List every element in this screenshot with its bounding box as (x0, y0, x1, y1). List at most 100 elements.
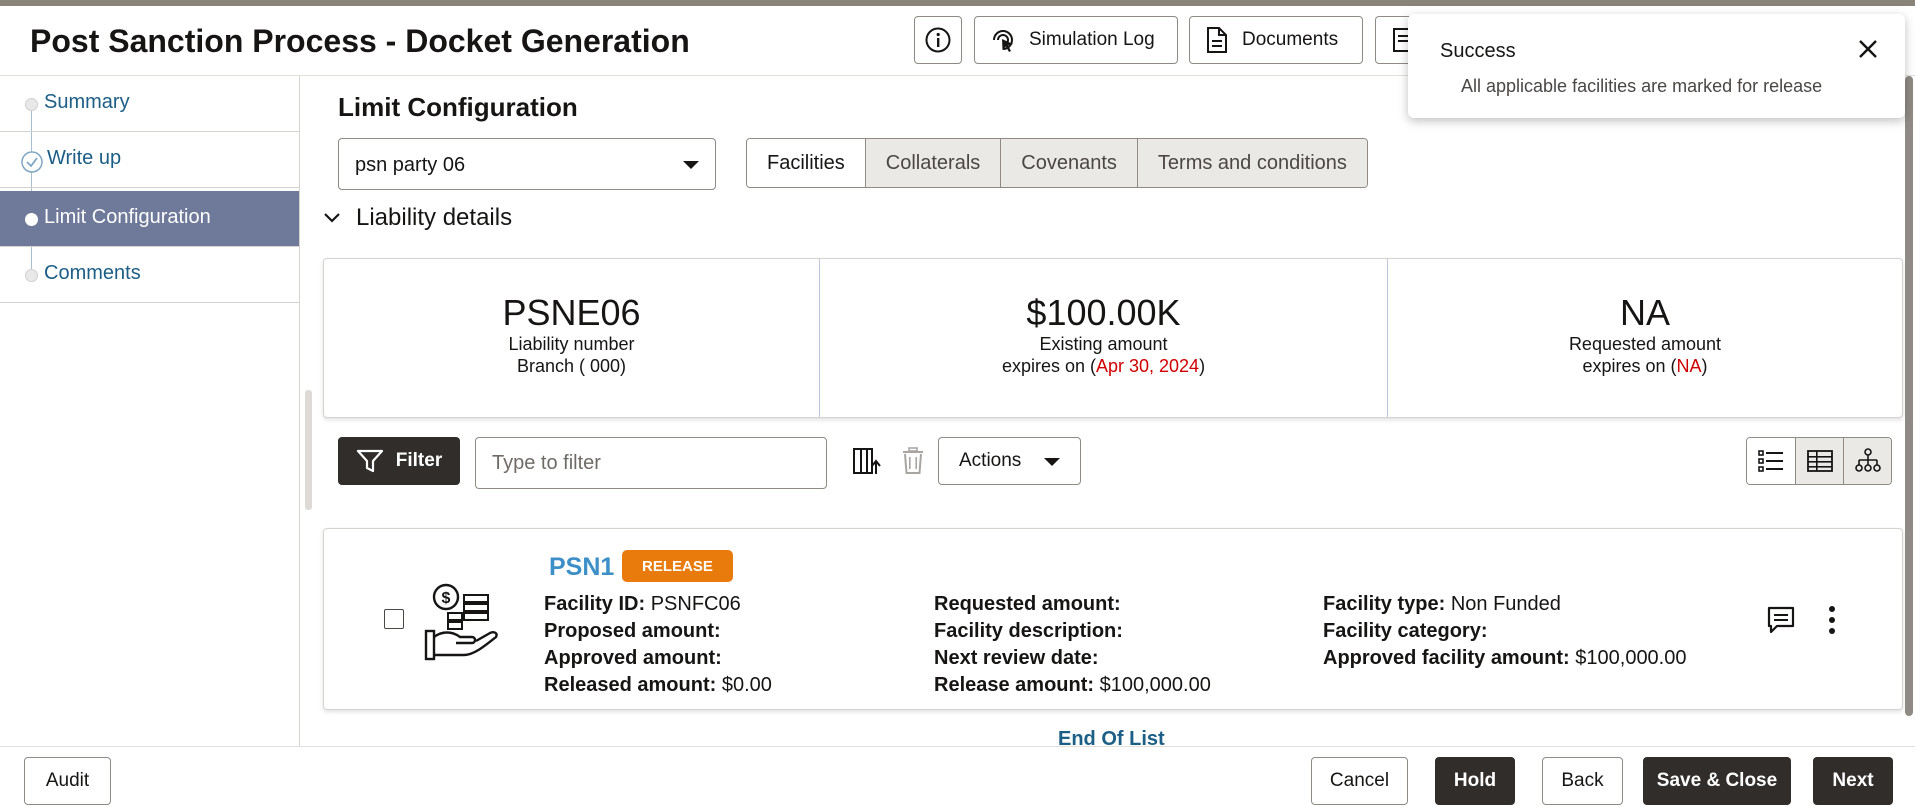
sidebar-item-limit-configuration[interactable]: Limit Configuration (0, 191, 299, 247)
info-button[interactable] (914, 16, 962, 64)
party-select-value: psn party 06 (355, 154, 466, 176)
sidebar-item-label: Limit Configuration (44, 206, 211, 228)
detail-value: $100,000.00 (1575, 647, 1687, 669)
detail-key: Facility type: (1323, 593, 1446, 615)
pointer-click-icon (993, 30, 1013, 52)
detail-key: Approved amount: (544, 647, 722, 669)
detail-row: Facility type: Non Funded (1323, 591, 1687, 618)
sidebar-item-summary[interactable]: Summary (0, 76, 299, 132)
info-icon (925, 27, 951, 53)
tab-terms-and-conditions[interactable]: Terms and conditions (1136, 139, 1367, 187)
liability-details-label: Liability details (356, 204, 513, 231)
money-hand-icon: $ (424, 583, 498, 661)
page-title: Post Sanction Process - Docket Generatio… (30, 23, 690, 59)
sidebar-resize-handle[interactable] (305, 390, 312, 510)
expiry-date: Apr 30, 2024 (1095, 356, 1200, 376)
chevron-down-icon (1044, 458, 1060, 466)
liability-details-toggle[interactable]: Liability details (322, 204, 512, 232)
detail-row: Release amount: $100,000.00 (934, 672, 1211, 699)
close-icon[interactable] (1857, 38, 1879, 60)
status-badge: RELEASE (622, 550, 733, 582)
svg-text:$: $ (442, 590, 451, 607)
detail-key: Release amount: (934, 674, 1095, 696)
section-title: Limit Configuration (338, 92, 578, 122)
requested-amount-value: NA (1619, 292, 1670, 333)
footer: Audit Cancel Hold Back Save & Close Next (0, 746, 1915, 807)
tree-view-button[interactable] (1843, 438, 1891, 484)
detail-value: Non Funded (1450, 593, 1561, 615)
existing-expiry: expires on (Apr 30, 2024) (820, 355, 1387, 377)
detail-row: Facility ID: PSNFC06 (544, 591, 772, 618)
expiry-date: NA (1676, 356, 1702, 376)
facility-checkbox[interactable] (384, 609, 404, 629)
requested-amount-label: Requested amount (1568, 334, 1722, 354)
facility-name[interactable]: PSN1 (549, 553, 614, 582)
document-icon (1207, 27, 1227, 53)
chevron-down-icon (324, 213, 340, 223)
detail-key: Requested amount: (934, 593, 1121, 615)
view-toggle (1746, 437, 1892, 485)
party-select[interactable]: psn party 06 (338, 138, 716, 190)
bulk-upload-icon[interactable] (852, 446, 882, 478)
table-view-button[interactable] (1795, 438, 1843, 484)
table-view-icon (1806, 450, 1833, 472)
chevron-down-icon (683, 161, 699, 169)
requested-amount-card: NA Requested amount expires on (NA) (1387, 259, 1902, 417)
cancel-button[interactable]: Cancel (1311, 757, 1408, 805)
actions-menu-button[interactable]: Actions (938, 437, 1081, 485)
detail-value: $0.00 (721, 674, 772, 696)
toast-message: All applicable facilities are marked for… (1461, 76, 1823, 96)
detail-key: Facility category: (1323, 620, 1488, 642)
tab-bar: Facilities Collaterals Covenants Terms a… (746, 138, 1368, 188)
hold-button[interactable]: Hold (1435, 757, 1515, 805)
expiry-prefix: expires on ( (1582, 356, 1677, 376)
detail-row: Next review date: (934, 645, 1211, 672)
expiry-suffix: ) (1701, 356, 1708, 376)
detail-value: PSNFC06 (650, 593, 741, 615)
tab-covenants[interactable]: Covenants (1000, 139, 1137, 187)
existing-amount-card: $100.00K Existing amount expires on (Apr… (819, 259, 1387, 417)
actions-label: Actions (959, 450, 1022, 471)
hierarchy-icon (1854, 448, 1881, 472)
filter-label: Filter (395, 450, 443, 471)
simulation-log-label: Simulation Log (1029, 29, 1155, 50)
tab-collaterals[interactable]: Collaterals (864, 139, 1001, 187)
expiry-suffix: ) (1199, 356, 1206, 376)
filter-input[interactable] (475, 437, 827, 489)
comment-icon[interactable] (1766, 605, 1796, 635)
facility-details-col-1: Facility ID: PSNFC06 Proposed amount: Ap… (544, 591, 772, 699)
detail-key: Approved facility amount: (1323, 647, 1570, 669)
detail-row: Proposed amount: (544, 618, 772, 645)
tab-facilities[interactable]: Facilities (747, 139, 865, 187)
next-button[interactable]: Next (1813, 757, 1893, 805)
success-toast: Success All applicable facilities are ma… (1408, 14, 1905, 118)
sidebar-item-comments[interactable]: Comments (0, 247, 299, 303)
detail-row: Approved amount: (544, 645, 772, 672)
detail-row: Requested amount: (934, 591, 1211, 618)
detail-key: Released amount: (544, 674, 717, 696)
liability-card: PSNE06 Liability number Branch ( 000) (324, 259, 819, 417)
vertical-scrollbar[interactable] (1905, 76, 1913, 716)
filter-button[interactable]: Filter (338, 437, 460, 485)
simulation-log-button[interactable]: Simulation Log (974, 16, 1178, 64)
expiry-prefix: expires on ( (1001, 356, 1096, 376)
facility-details-col-3: Facility type: Non Funded Facility categ… (1323, 591, 1687, 672)
sidebar-stepper: Summary Write up Limit Configuration Com… (0, 76, 300, 746)
step-dot (25, 269, 38, 282)
step-dot (25, 98, 38, 111)
documents-button[interactable]: Documents (1189, 16, 1363, 64)
check-circle-icon (21, 151, 43, 173)
trash-icon[interactable] (900, 446, 926, 476)
detail-key: Proposed amount: (544, 620, 721, 642)
list-view-icon (1758, 450, 1783, 472)
more-vertical-icon[interactable] (1827, 605, 1837, 635)
toast-title: Success (1440, 40, 1516, 62)
facility-details-col-2: Requested amount: Facility description: … (934, 591, 1211, 699)
step-dot (25, 213, 38, 226)
save-close-button[interactable]: Save & Close (1643, 757, 1791, 805)
sidebar-item-write-up[interactable]: Write up (0, 132, 299, 188)
list-view-button[interactable] (1747, 438, 1795, 484)
audit-button[interactable]: Audit (24, 757, 111, 805)
detail-key: Facility description: (934, 620, 1123, 642)
back-button[interactable]: Back (1542, 757, 1623, 805)
